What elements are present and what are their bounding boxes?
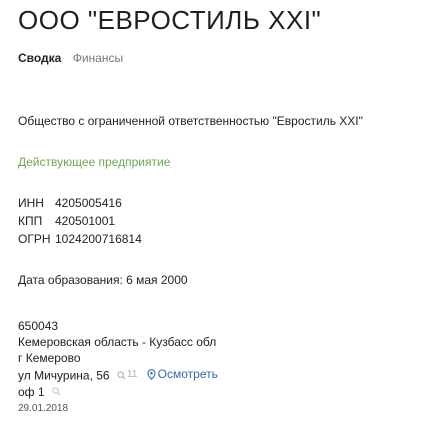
kpp-row: КПП 420501001	[18, 212, 142, 230]
inn-value: 4205005416	[55, 196, 122, 210]
ogrn-label: ОГРН	[18, 232, 51, 246]
tab-bar: Сводка Финансы	[18, 51, 123, 65]
registration-date: Дата образования: 6 мая 2000	[18, 273, 188, 287]
map-pin-icon	[147, 368, 156, 380]
street-search-count: 11	[126, 369, 138, 380]
address-region: Кемеровская область - Кузбасс обл	[18, 335, 217, 349]
tab-summary[interactable]: Сводка	[18, 51, 61, 65]
status-badge: Действующее предприятие	[18, 155, 171, 169]
street-search-button[interactable]: 11	[117, 367, 137, 383]
company-page: ООО "ЕВРОСТИЛЬ XXI" Сводка Финансы Общес…	[0, 0, 439, 443]
company-full-name: Общество с ограниченной ответственностью…	[18, 114, 363, 128]
office-search-button[interactable]	[52, 386, 62, 396]
address-date: 29.01.2018	[18, 402, 69, 414]
company-codes: ИНН 4205005416 КПП 420501001 ОГРН 102420…	[18, 194, 142, 248]
ogrn-row: ОГРН 1024200716814	[18, 230, 142, 248]
company-title: ООО "ЕВРОСТИЛЬ XXI"	[18, 5, 322, 35]
address-office: оф 1	[18, 384, 45, 399]
map-view-link[interactable]: Осмотреть	[147, 366, 218, 382]
tab-finance[interactable]: Финансы	[73, 51, 123, 65]
search-icon	[52, 386, 61, 396]
address-street-row: ул Мичурина, 56 11 Осмотреть	[18, 366, 218, 384]
ogrn-value: 1024200716814	[55, 232, 142, 246]
inn-label: ИНН	[18, 196, 44, 210]
address-office-row: оф 1	[18, 384, 218, 400]
kpp-label: КПП	[18, 214, 43, 228]
address-city: г Кемерово	[18, 351, 81, 365]
postal-code: 650043	[18, 319, 59, 333]
map-view-label: Осмотреть	[157, 367, 218, 381]
inn-row: ИНН 4205005416	[18, 194, 142, 212]
kpp-value: 420501001	[55, 214, 116, 228]
address-block: 650043 Кемеровская область - Кузбасс обл…	[18, 318, 218, 417]
search-icon	[117, 370, 126, 380]
address-street: ул Мичурина, 56	[18, 368, 110, 383]
